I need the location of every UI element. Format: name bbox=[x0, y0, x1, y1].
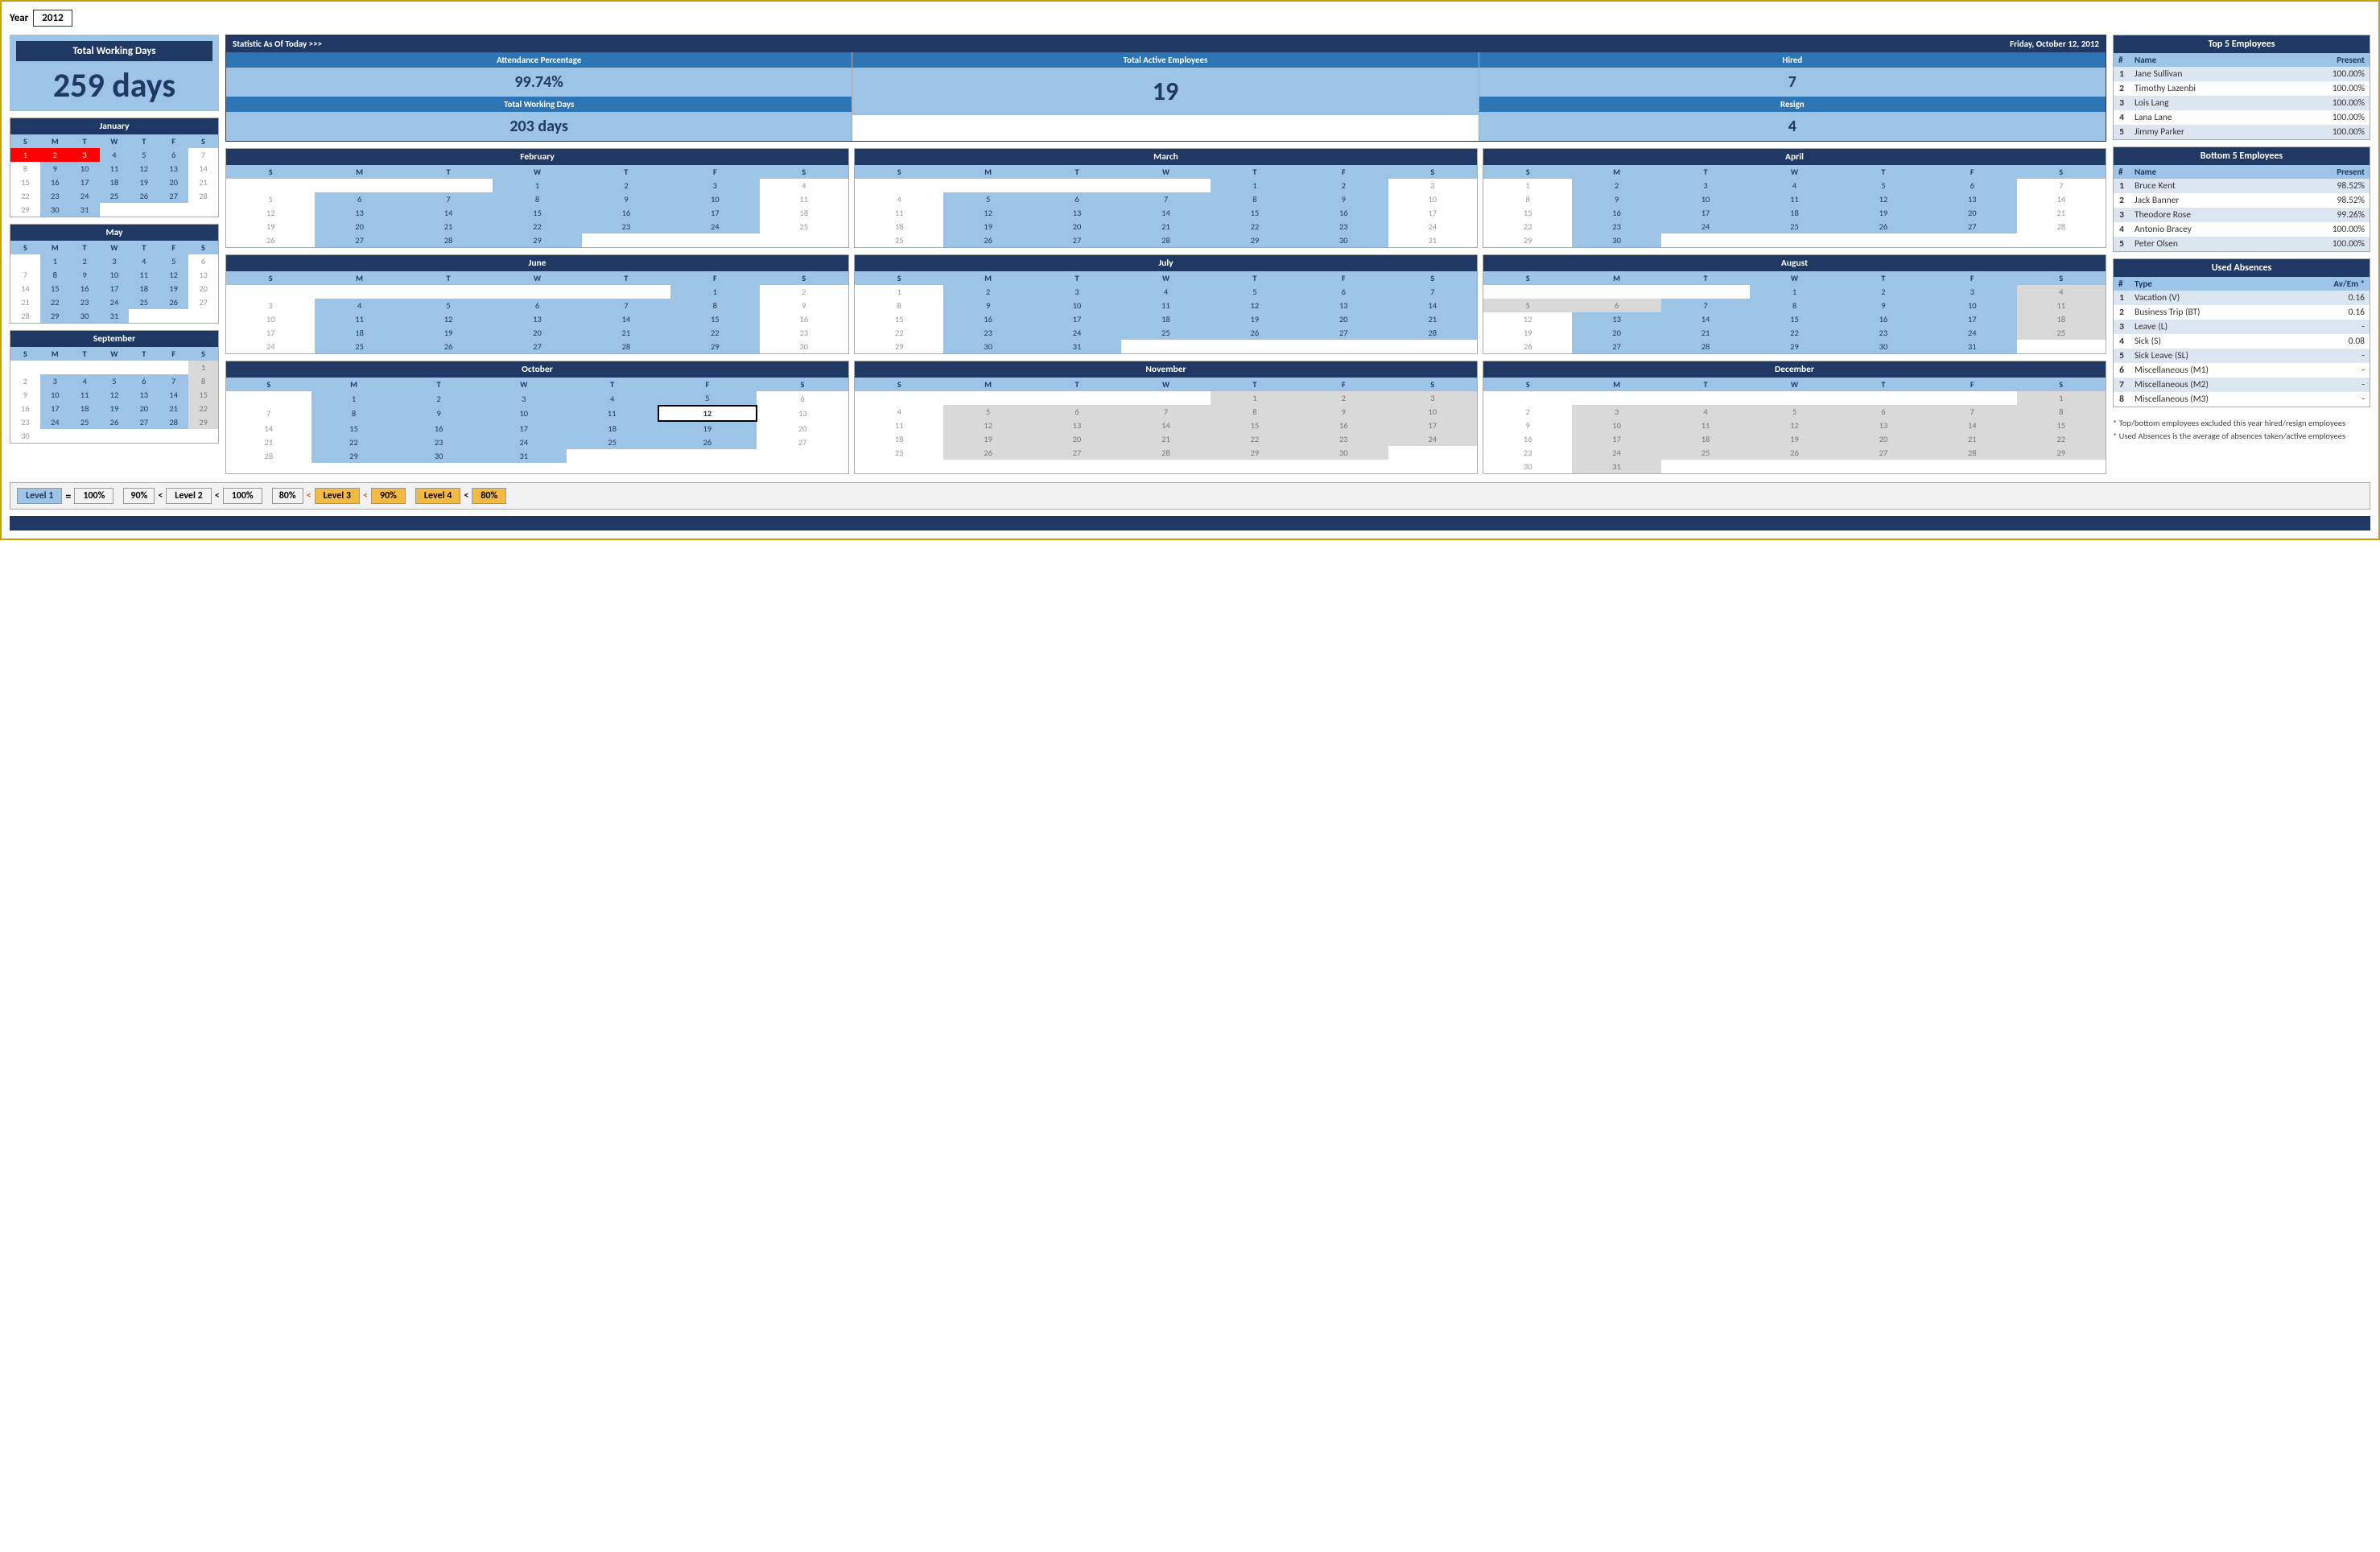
october-header: October bbox=[226, 361, 848, 378]
used-absences-title: Used Absences bbox=[2114, 259, 2370, 277]
list-item: 8Miscellaneous (M3)- bbox=[2114, 392, 2370, 407]
hired-section: Hired 7 Resign 4 bbox=[1479, 52, 2106, 141]
active-employees-value: 19 bbox=[852, 68, 1478, 115]
october-calendar: October SMTWTFS 123456 78910111213 14151… bbox=[225, 361, 849, 474]
hired-label: Hired bbox=[1479, 52, 2106, 68]
twd-title: Total Working Days bbox=[16, 41, 212, 61]
december-calendar: December SMTWTFS 1 2345678 9101112131415… bbox=[1483, 361, 2106, 474]
february-header: February bbox=[226, 149, 848, 165]
top5-col-header: Present bbox=[2280, 53, 2370, 67]
list-item: 1Jane Sullivan100.00% bbox=[2114, 67, 2370, 81]
legend-level1: Level 1 = 100% bbox=[17, 488, 113, 504]
may-calendar: May SMTWTFS 12 345 6 789 101112 13 14151… bbox=[10, 224, 219, 324]
used-absences-panel: Used Absences # Type Av/Em * 1Vacation (… bbox=[2113, 258, 2370, 407]
year-value: 2012 bbox=[33, 10, 72, 27]
stats-container: Statistic As Of Today >>> Friday, Octobe… bbox=[225, 35, 2106, 142]
list-item: 5Peter Olsen100.00% bbox=[2114, 237, 2370, 251]
legend-bar: Level 1 = 100% 90% < Level 2 < 100% 80% … bbox=[10, 482, 2370, 510]
april-header: April bbox=[1483, 149, 2106, 165]
list-item: 2Jack Banner98.52% bbox=[2114, 193, 2370, 208]
legend-level3: 80% < Level 3 < 90% bbox=[272, 488, 406, 504]
twd-value: 259 days bbox=[16, 68, 212, 105]
june-header: June bbox=[226, 255, 848, 271]
working-days-label: Total Working Days bbox=[226, 97, 852, 112]
list-item: 7Miscellaneous (M2)- bbox=[2114, 378, 2370, 392]
attendance-label: Attendance Percentage bbox=[226, 52, 852, 68]
attendance-section: Attendance Percentage 99.74% Total Worki… bbox=[226, 52, 852, 141]
middle-column: Statistic As Of Today >>> Friday, Octobe… bbox=[225, 35, 2106, 474]
working-days-value: 203 days bbox=[226, 112, 852, 141]
left-column: Total Working Days 259 days January SMTW… bbox=[10, 35, 219, 444]
list-item: 6Miscellaneous (M1)- bbox=[2114, 363, 2370, 378]
legend-level2: 90% < Level 2 < 100% bbox=[123, 488, 262, 504]
list-item: 5Sick Leave (SL)- bbox=[2114, 349, 2370, 363]
footnote2: * Used Absences is the average of absenc… bbox=[2113, 430, 2370, 443]
february-calendar: February SMTWTFS 1234 567891011 12131415… bbox=[225, 148, 849, 248]
months-row3: October SMTWTFS 123456 78910111213 14151… bbox=[225, 361, 2106, 474]
january-calendar: January SMTWTFS 123 456 7 8910 111213 14… bbox=[10, 118, 219, 217]
months-row2: June SMTWTFS 12 3456789 10111213141516 1… bbox=[225, 254, 2106, 354]
september-header: September bbox=[10, 331, 218, 347]
active-employees-section: Total Active Employees 19 bbox=[852, 52, 1479, 141]
footnote1: * Top/bottom employees excluded this yea… bbox=[2113, 417, 2370, 430]
list-item: 2Timothy Lazenbi100.00% bbox=[2114, 81, 2370, 96]
right-column: Top 5 Employees # Name Present 1Jane Sul… bbox=[2113, 35, 2370, 443]
active-employees-label: Total Active Employees bbox=[852, 52, 1478, 68]
january-header: January bbox=[10, 118, 218, 134]
legend-level4: Level 4 < 80% bbox=[415, 488, 506, 504]
december-header: December bbox=[1483, 361, 2106, 378]
footer-bar bbox=[10, 516, 2370, 530]
resign-value: 4 bbox=[1479, 112, 2106, 141]
march-calendar: March SMTWTFS 123 45678910 1112131415161… bbox=[854, 148, 1478, 248]
list-item: 5Jimmy Parker100.00% bbox=[2114, 125, 2370, 139]
bottom5-panel: Bottom 5 Employees # Name Present 1Bruce… bbox=[2113, 147, 2370, 252]
absences-col-header: Av/Em * bbox=[2291, 277, 2370, 291]
list-item: 3Lois Lang100.00% bbox=[2114, 96, 2370, 110]
november-calendar: November SMTWTFS 123 45678910 1112131415… bbox=[854, 361, 1478, 474]
november-header: November bbox=[855, 361, 1477, 378]
footnotes: * Top/bottom employees excluded this yea… bbox=[2113, 417, 2370, 443]
list-item: 1Bruce Kent98.52% bbox=[2114, 179, 2370, 193]
list-item: 4Antonio Bracey100.00% bbox=[2114, 222, 2370, 237]
list-item: 4Sick (S)0.08 bbox=[2114, 334, 2370, 349]
list-item: 2Business Trip (BT)0.16 bbox=[2114, 305, 2370, 320]
july-header: July bbox=[855, 255, 1477, 271]
hired-value: 7 bbox=[1479, 68, 2106, 97]
list-item: 3Leave (L)- bbox=[2114, 320, 2370, 334]
total-working-days-box: Total Working Days 259 days bbox=[10, 35, 219, 111]
bottom5-col-header: Present bbox=[2277, 165, 2370, 179]
stats-header-left: Statistic As Of Today >>> bbox=[233, 39, 322, 49]
june-calendar: June SMTWTFS 12 3456789 10111213141516 1… bbox=[225, 254, 849, 354]
march-header: March bbox=[855, 149, 1477, 165]
list-item: 1Vacation (V)0.16 bbox=[2114, 291, 2370, 305]
year-label: Year bbox=[10, 12, 28, 24]
top5-panel: Top 5 Employees # Name Present 1Jane Sul… bbox=[2113, 35, 2370, 140]
september-calendar: September SMTWTFS 1 234 567 8 91011 1213… bbox=[10, 330, 219, 444]
bottom5-title: Bottom 5 Employees bbox=[2114, 147, 2370, 165]
attendance-value: 99.74% bbox=[226, 68, 852, 97]
may-header: May bbox=[10, 225, 218, 241]
list-item: 3Theodore Rose99.26% bbox=[2114, 208, 2370, 222]
list-item: 4Lana Lane100.00% bbox=[2114, 110, 2370, 125]
april-calendar: April SMTWTFS 1234567 891011121314 15161… bbox=[1483, 148, 2106, 248]
top5-title: Top 5 Employees bbox=[2114, 35, 2370, 53]
resign-label: Resign bbox=[1479, 97, 2106, 112]
months-row1: February SMTWTFS 1234 567891011 12131415… bbox=[225, 148, 2106, 248]
august-calendar: August SMTWTFS 1234 567891011 1213141516… bbox=[1483, 254, 2106, 354]
stats-header-right: Friday, October 12, 2012 bbox=[2010, 39, 2099, 49]
august-header: August bbox=[1483, 255, 2106, 271]
july-calendar: July SMTWTFS 1234567 891011121314 151617… bbox=[854, 254, 1478, 354]
